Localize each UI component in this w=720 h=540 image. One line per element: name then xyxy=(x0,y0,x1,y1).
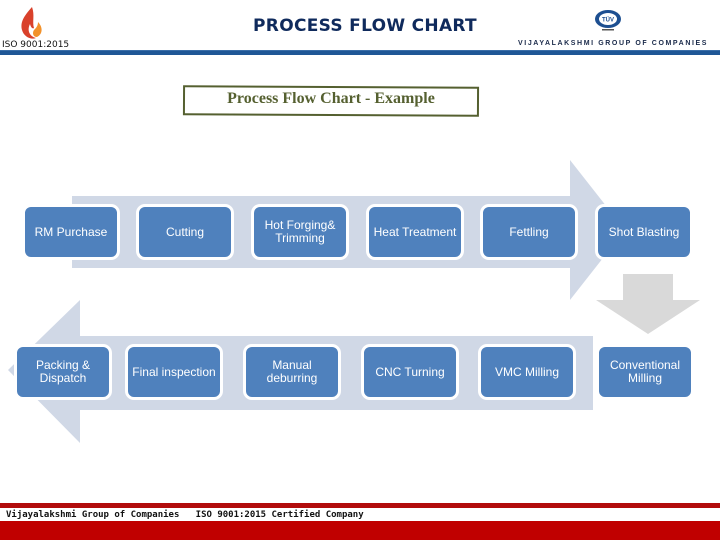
flow-arrows xyxy=(8,160,700,443)
footer-text: Vijayalakshmi Group of Companies ISO 900… xyxy=(6,510,364,520)
step-cnc-turning[interactable]: CNC Turning xyxy=(361,344,459,400)
step-hot-forging-trimming[interactable]: Hot Forging& Trimming xyxy=(251,204,349,260)
step-vmc-milling[interactable]: VMC Milling xyxy=(478,344,576,400)
step-heat-treatment[interactable]: Heat Treatment xyxy=(366,204,464,260)
footer-band xyxy=(0,521,720,540)
step-rm-purchase[interactable]: RM Purchase xyxy=(22,204,120,260)
footer-company: Vijayalakshmi Group of Companies xyxy=(6,510,180,520)
step-conventional-milling[interactable]: Conventional Milling xyxy=(596,344,694,400)
down-arrow xyxy=(596,274,700,334)
step-shot-blasting[interactable]: Shot Blasting xyxy=(595,204,693,260)
step-manual-deburring[interactable]: Manual deburring xyxy=(243,344,341,400)
step-packing-dispatch[interactable]: Packing & Dispatch xyxy=(14,344,112,400)
footer-divider xyxy=(0,503,720,508)
step-final-inspection[interactable]: Final inspection xyxy=(125,344,223,400)
footer-certification: ISO 9001:2015 Certified Company xyxy=(195,510,364,520)
step-fettling[interactable]: Fettling xyxy=(480,204,578,260)
step-cutting[interactable]: Cutting xyxy=(136,204,234,260)
